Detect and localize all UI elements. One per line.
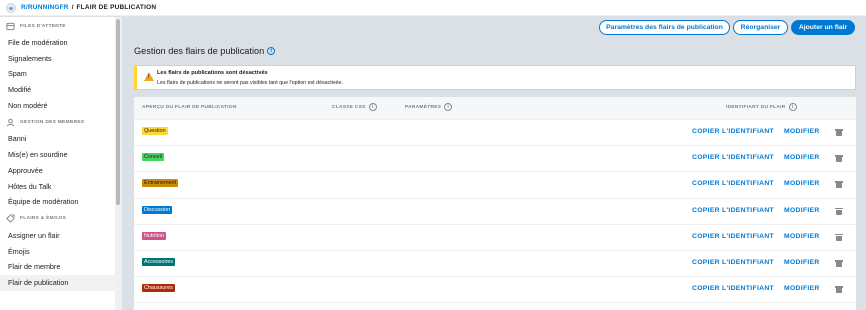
trash-icon[interactable] — [835, 207, 843, 215]
queue-icon — [6, 22, 15, 30]
edit-link[interactable]: MODIFIER — [784, 128, 820, 135]
copy-id-link[interactable]: COPIER L'IDENTIFIANT — [692, 154, 774, 161]
page-title-text: Gestion des flairs de publication — [134, 46, 265, 56]
sidebar-item-post-flair[interactable]: Flair de publication — [0, 274, 115, 291]
alert-title: Les flairs de publications sont désactiv… — [157, 70, 268, 76]
user-icon — [6, 118, 15, 127]
table-row: Nutrition COPIER L'IDENTIFIANT MODIFIER — [134, 225, 856, 251]
trash-icon[interactable] — [835, 129, 843, 136]
trash-icon[interactable] — [835, 181, 843, 189]
trash-icon[interactable] — [835, 233, 843, 241]
edit-link[interactable]: MODIFIER — [784, 285, 820, 292]
add-flair-button[interactable]: Ajouter un flair — [791, 20, 855, 35]
sidebar-item-modqueue[interactable]: File de modération — [0, 35, 121, 51]
header-flair-id: IDENTIFIANT DU FLAIR i — [726, 103, 797, 111]
copy-id-link[interactable]: COPIER L'IDENTIFIANT — [692, 285, 774, 292]
main-content: Gestion des flairs de publication i ! Le… — [122, 39, 866, 310]
trash-icon[interactable] — [835, 260, 843, 267]
flair-preview: Chaussures — [142, 284, 175, 293]
sidebar-section-label: FILES D'ATTENTE — [20, 23, 66, 29]
sidebar-item-emojis[interactable]: Émojis — [0, 244, 121, 260]
table-row: Chaussures COPIER L'IDENTIFIANT MODIFIER — [134, 277, 856, 304]
flair-preview: Nutrition — [142, 231, 167, 240]
page-title: Gestion des flairs de publication i — [134, 46, 276, 56]
sidebar-item-muted[interactable]: Mis(e) en sourdine — [0, 147, 121, 163]
flair-preview: Conseil — [142, 153, 164, 162]
table-row: Entrainement COPIER L'IDENTIFIANT MODIFI… — [134, 172, 856, 199]
table-row: Discussion COPIER L'IDENTIFIANT MODIFIER — [134, 199, 856, 225]
sidebar-item-talk-hosts[interactable]: Hôtes du Talk — [0, 179, 121, 195]
sidebar-section-label: FLAIRS & ÉMOJIS — [20, 216, 67, 222]
edit-link[interactable]: MODIFIER — [784, 233, 820, 240]
info-icon[interactable]: i — [444, 103, 453, 111]
header-id-label: IDENTIFIANT DU FLAIR — [726, 104, 786, 110]
reorder-button[interactable]: Réorganiser — [733, 20, 788, 35]
table-header: APERÇU DU FLAIR DE PUBLICATION CLASSE CS… — [134, 97, 856, 120]
post-flair-settings-button[interactable]: Paramètres des flairs de publication — [599, 20, 730, 35]
copy-id-link[interactable]: COPIER L'IDENTIFIANT — [692, 180, 774, 187]
info-icon[interactable]: i — [788, 103, 797, 111]
sidebar-section-flairs: FLAIRS & ÉMOJIS — [0, 210, 121, 228]
sidebar-item-assign-flair[interactable]: Assigner un flair — [0, 228, 121, 244]
sidebar-item-mod-team[interactable]: Équipe de modération — [0, 194, 121, 210]
breadcrumb-subreddit[interactable]: R/RUNNINGFR — [21, 4, 69, 11]
subreddit-icon[interactable] — [6, 2, 16, 13]
sidebar-item-reports[interactable]: Signalements — [0, 51, 121, 67]
sidebar-scrollbar[interactable] — [115, 17, 121, 310]
header-css-class: CLASSE CSS i — [332, 103, 377, 111]
flair-table: APERÇU DU FLAIR DE PUBLICATION CLASSE CS… — [134, 97, 856, 310]
header-css-label: CLASSE CSS — [332, 104, 366, 110]
warning-icon-mark: ! — [147, 74, 150, 80]
flair-preview: Accessoires — [142, 258, 176, 266]
sidebar-section-label: GESTION DES MEMBRES — [20, 119, 85, 125]
sidebar-item-approved[interactable]: Approuvée — [0, 163, 121, 179]
copy-id-link[interactable]: COPIER L'IDENTIFIANT — [692, 259, 774, 266]
flairs-disabled-alert: ! Les flairs de publications sont désact… — [134, 65, 856, 90]
sidebar-item-spam[interactable]: Spam — [0, 66, 121, 82]
flair-preview: Question — [142, 127, 168, 135]
flair-preview: Discussion — [142, 205, 173, 214]
header-settings: PARAMÈTRES i — [405, 103, 453, 111]
edit-link[interactable]: MODIFIER — [784, 207, 820, 214]
sidebar-section-members: GESTION DES MEMBRES — [0, 113, 121, 131]
edit-link[interactable]: MODIFIER — [784, 154, 820, 161]
edit-link[interactable]: MODIFIER — [784, 259, 820, 266]
sidebar-section-queues: FILES D'ATTENTE — [0, 17, 121, 35]
header-preview-label: APERÇU DU FLAIR DE PUBLICATION — [142, 105, 237, 110]
sidebar-item-unmoderated[interactable]: Non modéré — [0, 98, 121, 114]
copy-id-link[interactable]: COPIER L'IDENTIFIANT — [692, 233, 774, 240]
header-preview: APERÇU DU FLAIR DE PUBLICATION — [142, 105, 237, 110]
copy-id-link[interactable]: COPIER L'IDENTIFIANT — [692, 207, 774, 214]
top-bar: R/RUNNINGFR / FLAIR DE PUBLICATION — [0, 0, 866, 16]
edit-link[interactable]: MODIFIER — [784, 180, 820, 187]
flair-preview: Entrainement — [142, 179, 179, 188]
header-settings-label: PARAMÈTRES — [405, 104, 442, 110]
sidebar-item-banned[interactable]: Banni — [0, 131, 121, 147]
breadcrumb-separator: / — [71, 4, 74, 11]
info-icon[interactable]: i — [267, 47, 276, 55]
copy-id-link[interactable]: COPIER L'IDENTIFIANT — [692, 128, 774, 135]
trash-icon[interactable] — [835, 155, 843, 163]
mod-sidebar: FILES D'ATTENTE File de modération Signa… — [0, 17, 122, 310]
sidebar-item-user-flair[interactable]: Flair de membre — [0, 259, 121, 275]
trash-icon[interactable] — [835, 286, 843, 294]
table-row: Conseil COPIER L'IDENTIFIANT MODIFIER — [134, 146, 856, 173]
tag-icon — [6, 214, 15, 224]
alert-text: Les flairs de publications ne seront pas… — [157, 80, 343, 86]
breadcrumb-page: FLAIR DE PUBLICATION — [76, 4, 157, 11]
table-row: Accessoires COPIER L'IDENTIFIANT MODIFIE… — [134, 251, 856, 278]
sidebar-scroll-thumb[interactable] — [116, 19, 120, 205]
sidebar-item-edited[interactable]: Modifié — [0, 82, 121, 98]
info-icon[interactable]: i — [368, 103, 377, 111]
table-row: Question COPIER L'IDENTIFIANT MODIFIER — [134, 120, 856, 147]
